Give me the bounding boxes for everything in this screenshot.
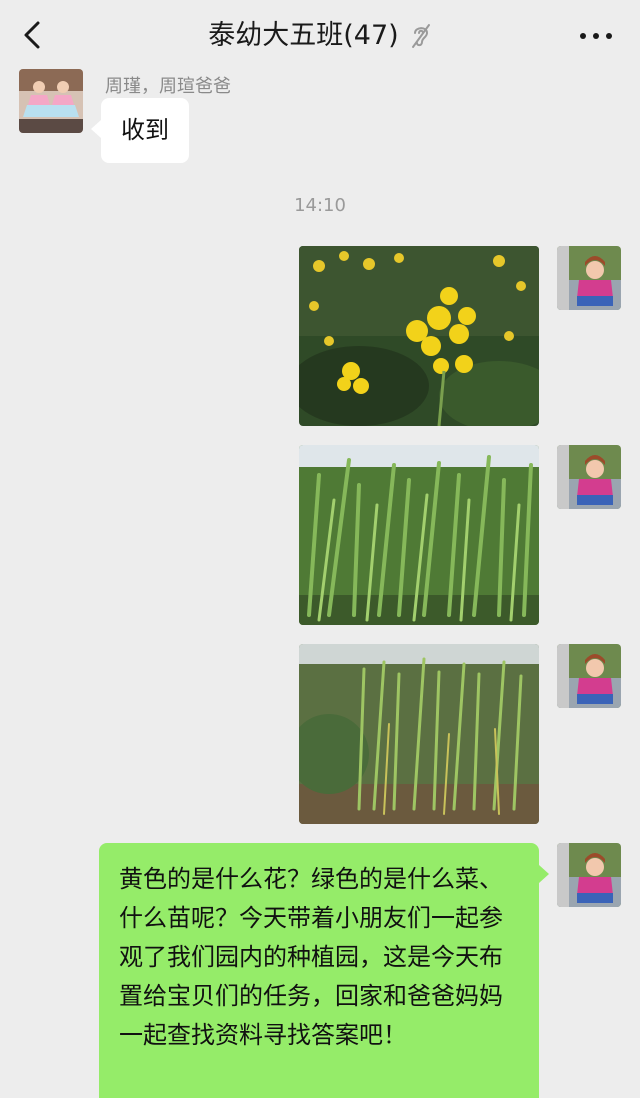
- ellipsis-icon: [580, 33, 612, 39]
- sender-avatar[interactable]: [19, 69, 83, 133]
- photo-green-sprouts[interactable]: [299, 445, 539, 625]
- timestamp: 14:10: [294, 195, 346, 216]
- outgoing-text-bubble[interactable]: 黄色的是什么花？绿色的是什么菜、什么苗呢？今天带着小朋友们一起参观了我们园内的种…: [99, 843, 549, 1098]
- chat-header: 泰幼大五班(47): [0, 0, 640, 70]
- more-button[interactable]: [578, 22, 614, 50]
- photo-yellow-flowers[interactable]: [299, 246, 539, 426]
- chat-title-area: 泰幼大五班(47): [0, 18, 640, 54]
- my-avatar[interactable]: [557, 843, 621, 907]
- photo-garlic-shoots[interactable]: [299, 644, 539, 824]
- my-avatar[interactable]: [557, 445, 621, 509]
- incoming-text-bubble[interactable]: 收到: [91, 98, 189, 163]
- chat-screen: 泰幼大五班(47) 周瑾，周瑄爸爸 收到 14:10 黄色的是什么花？绿色的是什…: [0, 0, 640, 1098]
- my-avatar[interactable]: [557, 644, 621, 708]
- my-avatar[interactable]: [557, 246, 621, 310]
- sender-name: 周瑾，周瑄爸爸: [105, 76, 231, 97]
- ear-mute-icon: [411, 24, 430, 48]
- chat-title: 泰幼大五班(47): [208, 20, 399, 51]
